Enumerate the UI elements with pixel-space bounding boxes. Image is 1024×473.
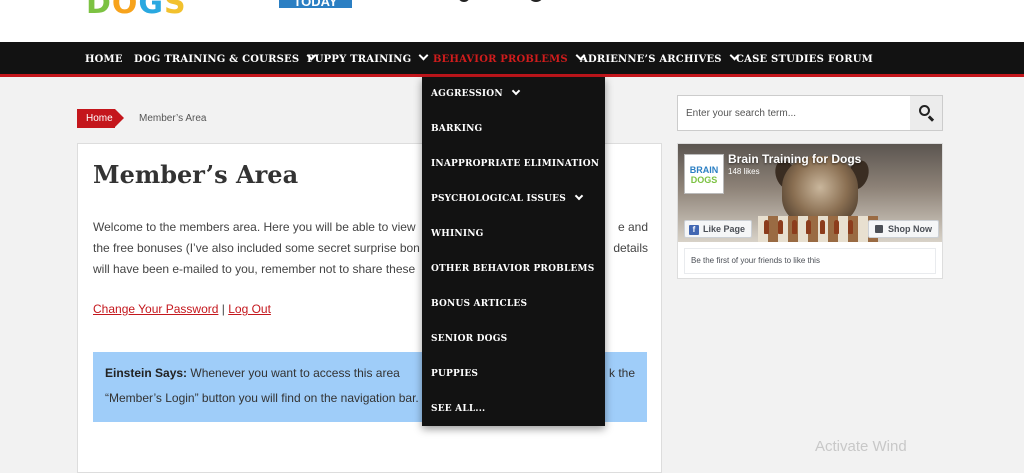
nav-item-behavior-problems[interactable]: BEHAVIOR PROBLEMS [433, 42, 586, 77]
breadcrumb-home-link[interactable]: Home [77, 109, 124, 128]
nav-item-case-studies[interactable]: CASE STUDIES [736, 42, 824, 77]
breadcrumb-current: Member’s Area [139, 113, 207, 124]
callout-text: k the [608, 366, 635, 380]
facebook-page-widget: BRAIN DOGS Brain Training for Dogs 148 l… [677, 143, 943, 279]
facebook-page-avatar[interactable]: BRAIN DOGS [684, 154, 724, 194]
nav-label: PUPPY TRAINING [307, 54, 412, 65]
chessboard-image [758, 216, 878, 242]
intro-text: details [613, 241, 648, 255]
account-links: Change Your Password | Log Out [93, 302, 271, 316]
nav-label: ADRIENNE’S ARCHIVES [580, 54, 722, 65]
dropdown-item-barking[interactable]: BARKING [431, 112, 482, 147]
facebook-like-page-button[interactable]: f Like Page [684, 220, 753, 238]
chess-piece [848, 220, 853, 234]
search-input[interactable] [678, 96, 910, 130]
dropdown-item-see-all[interactable]: SEE ALL... [431, 392, 485, 427]
intro-text: will have been e-mailed to you, remember… [93, 262, 416, 276]
chevron-down-icon [574, 191, 584, 201]
intro-text: e and [617, 220, 648, 234]
nav-item-forum[interactable]: FORUM [828, 42, 873, 77]
facebook-page-name[interactable]: Brain Training for Dogs [728, 152, 861, 166]
intro-text: the free bonuses (I’ve also included som… [93, 241, 420, 255]
nav-label: DOG TRAINING & COURSES [134, 54, 300, 65]
intro-text: Welcome to the members area. Here you wi… [93, 220, 416, 234]
main-navigation: HOME DOG TRAINING & COURSES PUPPY TRAINI… [0, 42, 1024, 77]
facebook-cover-image[interactable]: BRAIN DOGS Brain Training for Dogs 148 l… [678, 144, 942, 242]
log-out-link[interactable]: Log Out [228, 302, 271, 316]
dropdown-item-other-behavior-problems[interactable]: OTHER BEHAVIOR PROBLEMS [431, 252, 594, 287]
top-logo-strip: DOGS TODAY [0, 0, 1024, 42]
dropdown-label: AGGRESSION [431, 89, 503, 99]
dogs-logo[interactable]: DOGS [86, 0, 187, 21]
today-logo[interactable]: TODAY [279, 0, 352, 9]
logo-letter: O [111, 0, 139, 21]
chevron-down-icon [511, 86, 521, 96]
avatar-text: BRAIN [689, 165, 719, 175]
chess-piece [806, 220, 811, 234]
dropdown-label: PSYCHOLOGICAL ISSUES [431, 194, 566, 204]
callout-text: Whenever you want to access this area [187, 366, 400, 380]
einstein-label: Einstein Says: [105, 366, 188, 380]
chess-piece [834, 220, 839, 234]
dropdown-item-psychological-issues[interactable]: PSYCHOLOGICAL ISSUES [431, 182, 584, 217]
dropdown-item-bonus-articles[interactable]: BONUS ARTICLES [431, 287, 527, 322]
search-icon [919, 105, 930, 116]
logo-letter: G [138, 0, 165, 21]
facebook-icon: f [689, 225, 699, 235]
nav-item-dog-training[interactable]: DOG TRAINING & COURSES [134, 42, 317, 77]
dropdown-item-senior-dogs[interactable]: SENIOR DOGS [431, 322, 507, 357]
chess-piece [764, 220, 769, 234]
logo-letter: S [164, 0, 187, 21]
logo-stroke [458, 0, 470, 2]
search-icon-handle [928, 115, 935, 122]
facebook-shop-now-button[interactable]: Shop Now [868, 220, 939, 238]
chess-piece [778, 220, 783, 234]
script-logo[interactable] [458, 0, 568, 6]
behavior-problems-dropdown: AGGRESSION BARKING INAPPROPRIATE ELIMINA… [422, 77, 605, 426]
nav-item-home[interactable]: HOME [85, 42, 123, 77]
dropdown-item-puppies[interactable]: PUPPIES [431, 357, 478, 392]
shopping-bag-icon [875, 225, 883, 233]
button-label: Shop Now [888, 224, 932, 234]
nav-label: BEHAVIOR PROBLEMS [433, 54, 568, 65]
logo-letter: D [86, 0, 112, 21]
page-title: Member’s Area [93, 160, 299, 189]
facebook-like-count: 148 likes [728, 167, 760, 176]
dropdown-item-whining[interactable]: WHINING [431, 217, 484, 252]
button-label: Like Page [703, 224, 746, 234]
chevron-down-icon [418, 50, 429, 61]
dropdown-item-inappropriate-elimination[interactable]: INAPPROPRIATE ELIMINATION [431, 147, 599, 182]
activate-windows-watermark: Activate Wind [815, 438, 907, 455]
link-separator: | [218, 302, 229, 316]
search-box [677, 95, 943, 131]
logo-stroke [528, 0, 544, 2]
change-password-link[interactable]: Change Your Password [93, 302, 218, 316]
dropdown-item-aggression[interactable]: AGGRESSION [431, 77, 521, 112]
chess-piece [792, 220, 797, 234]
avatar-text: DOGS [690, 175, 718, 185]
search-button[interactable] [910, 96, 942, 130]
nav-item-adriennes-archives[interactable]: ADRIENNE’S ARCHIVES [580, 42, 740, 77]
facebook-friends-text: Be the first of your friends to like thi… [684, 248, 936, 274]
chess-piece [820, 220, 825, 234]
nav-item-puppy-training[interactable]: PUPPY TRAINING [307, 42, 429, 77]
